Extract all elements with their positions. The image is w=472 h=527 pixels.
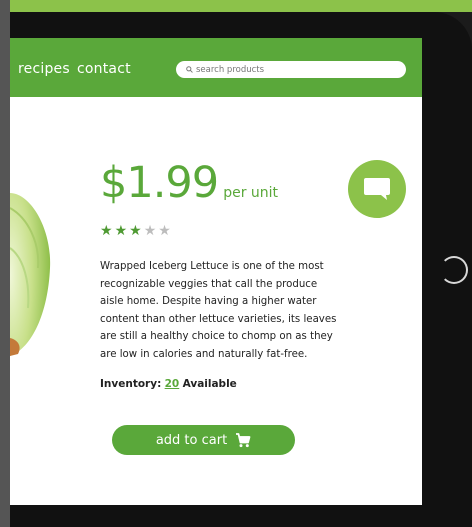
- price-row: $1.99 per unit: [100, 158, 278, 208]
- search-bar[interactable]: [176, 61, 406, 78]
- search-input[interactable]: [196, 64, 386, 75]
- search-icon: [186, 66, 193, 73]
- inventory-label: Inventory:: [100, 378, 162, 390]
- price-unit: per unit: [223, 185, 279, 201]
- lettuce-image: [10, 193, 51, 356]
- nav-link-recipes[interactable]: recipes: [18, 61, 70, 77]
- star-icon: ★: [143, 223, 157, 239]
- tablet-screen: recipes contact $1.99 per unit: [10, 38, 422, 505]
- add-to-cart-button[interactable]: add to cart: [112, 425, 295, 455]
- product-description: Wrapped Iceberg Lettuce is one of the mo…: [100, 261, 337, 360]
- inventory-count[interactable]: 20: [165, 378, 180, 390]
- nav-link-contact[interactable]: contact: [77, 61, 131, 77]
- inventory-suffix: Available: [182, 378, 237, 390]
- cart-icon: [236, 432, 251, 447]
- top-accent-strip: [0, 0, 472, 12]
- tablet-left-edge: [0, 0, 10, 527]
- product-price: $1.99: [100, 158, 219, 208]
- navbar: recipes contact: [10, 38, 422, 97]
- star-icon: ★: [158, 223, 171, 239]
- tablet-home-button[interactable]: [440, 256, 468, 284]
- star-icon: ★: [100, 223, 113, 239]
- star-icon: ★: [129, 223, 142, 239]
- add-to-cart-label: add to cart: [155, 432, 228, 448]
- star-icon: ★: [114, 223, 128, 239]
- inventory-line: Inventory: 20 Available: [100, 378, 237, 390]
- chat-bubble-icon: [364, 178, 390, 200]
- chat-button[interactable]: [348, 160, 406, 218]
- star-rating: ★ ★ ★ ★ ★: [100, 224, 171, 238]
